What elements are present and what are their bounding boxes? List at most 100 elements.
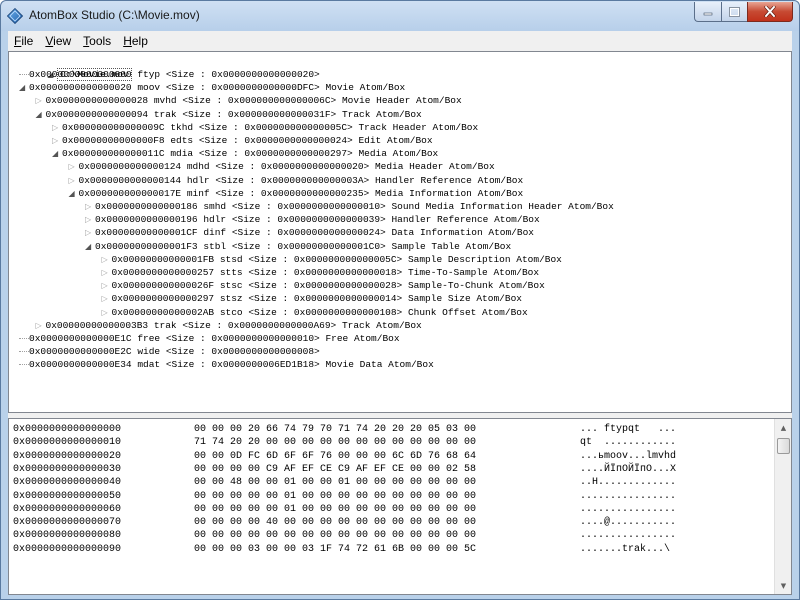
hex-row[interactable]: 0x0000000000000020 00 00 0D FC 6D 6F 6F 7… — [13, 450, 773, 463]
tree-node[interactable]: ▷ 0x0000000000000028 mvhd <Size : 0x00000… — [36, 94, 462, 107]
tree-node-label: 0x000000000000026F stsc <Size : 0x000000… — [111, 280, 545, 292]
hex-address: 0x0000000000000040 — [13, 477, 122, 489]
tree-node[interactable]: ▷ 0x00000000000002AB stco <Size : 0x00000… — [102, 306, 528, 319]
hex-row[interactable]: 0x0000000000000000 00 00 00 20 66 74 79 7… — [13, 423, 773, 436]
tree-node[interactable]: ▷ 0x00000000000003B3 trak <Size : 0x00000… — [36, 319, 422, 332]
triangle-right-icon[interactable]: ▷ — [102, 306, 112, 319]
tree-node[interactable]: ▷ 0x000000000000026F stsc <Size : 0x00000… — [102, 279, 545, 292]
atom-tree-view[interactable]: ◢ C:\Movie.mov 0x0000000000000000 ftyp <S… — [8, 51, 792, 413]
tree-root-node[interactable]: ◢ C:\Movie.mov — [13, 55, 132, 81]
hex-row[interactable]: 0x0000000000000030 00 00 00 00 C9 AF EF C… — [13, 463, 773, 476]
tree-node[interactable]: ▷ 0x000000000000009C tkhd <Size : 0x00000… — [52, 121, 478, 134]
tree-node-label: 0x00000000000001CF dinf <Size : 0x000000… — [95, 227, 534, 239]
triangle-right-icon[interactable]: ▷ — [36, 319, 46, 332]
triangle-right-icon[interactable]: ▷ — [69, 174, 79, 187]
tree-node[interactable]: 0x0000000000000E34 mdat <Size : 0x000000… — [19, 358, 434, 371]
hex-ascii: ....ЙЇпОЙЇпО...X — [580, 463, 677, 475]
hex-address: 0x0000000000000020 — [13, 450, 122, 462]
hex-address: 0x0000000000000080 — [13, 530, 122, 542]
tree-node[interactable]: 0x0000000000000E1C free <Size : 0x000000… — [19, 332, 400, 345]
tree-node[interactable]: ▷ 0x0000000000000144 hdlr <Size : 0x00000… — [69, 174, 524, 187]
tree-node-label: 0x0000000000000E1C free <Size : 0x000000… — [29, 333, 400, 344]
hex-view[interactable]: 0x0000000000000000 00 00 00 20 66 74 79 7… — [8, 418, 792, 595]
menu-file[interactable]: File — [8, 34, 39, 48]
hex-row[interactable]: 0x0000000000000010 71 74 20 20 00 00 00 0… — [13, 436, 773, 449]
tree-node-label: 0x0000000000000144 hdlr <Size : 0x000000… — [78, 174, 524, 186]
tree-node[interactable]: ◢ 0x0000000000000020 moov <Size : 0x00000… — [19, 81, 405, 94]
menu-file-label: ile — [21, 34, 34, 48]
hex-row[interactable]: 0x0000000000000070 00 00 00 00 40 00 00 0… — [13, 516, 773, 529]
triangle-down-icon[interactable]: ◢ — [36, 108, 46, 121]
menu-view-label: iew — [53, 34, 72, 48]
app-diamond-icon — [7, 8, 23, 24]
triangle-right-icon[interactable]: ▷ — [102, 279, 112, 292]
triangle-right-icon[interactable]: ▷ — [102, 266, 112, 279]
tree-node-label: 0x00000000000003B3 trak <Size : 0x000000… — [45, 319, 422, 331]
menu-view[interactable]: View — [39, 34, 77, 48]
tree-node-label: 0x000000000000011C mdia <Size : 0x000000… — [62, 148, 439, 160]
hex-row[interactable]: 0x0000000000000060 00 00 00 00 00 01 00 0… — [13, 503, 773, 516]
minimize-icon — [703, 12, 713, 15]
scroll-up-icon[interactable]: ▲ — [775, 419, 791, 436]
triangle-right-icon[interactable]: ▷ — [102, 292, 112, 305]
tree-node[interactable]: ▷ 0x0000000000000257 stts <Size : 0x00000… — [102, 266, 540, 279]
triangle-right-icon[interactable]: ▷ — [102, 253, 112, 266]
tree-node[interactable]: ◢ 0x000000000000011C mdia <Size : 0x00000… — [52, 147, 438, 160]
triangle-right-icon[interactable]: ▷ — [85, 200, 95, 213]
triangle-right-icon[interactable]: ▷ — [52, 134, 62, 147]
hex-address: 0x0000000000000010 — [13, 437, 122, 449]
triangle-right-icon[interactable]: ▷ — [52, 121, 62, 134]
tree-node-label: 0x00000000000001F3 stbl <Size : 0x000000… — [95, 240, 512, 252]
tree-node[interactable]: ▷ 0x00000000000001FB stsd <Size : 0x00000… — [102, 253, 562, 266]
triangle-right-icon[interactable]: ▷ — [69, 160, 79, 173]
hex-address: 0x0000000000000070 — [13, 517, 122, 529]
menu-view-mnemonic: V — [45, 34, 54, 48]
hex-row[interactable]: 0x0000000000000090 00 00 00 03 00 00 03 1… — [13, 543, 773, 556]
tree-node[interactable]: ◢ 0x000000000000017E minf <Size : 0x00000… — [69, 187, 524, 200]
menu-help[interactable]: Help — [117, 34, 154, 48]
tree-node[interactable]: ◢ 0x00000000000001F3 stbl <Size : 0x00000… — [85, 240, 511, 253]
triangle-down-icon[interactable]: ◢ — [69, 187, 79, 200]
hex-vertical-scrollbar[interactable]: ▲ ▼ — [774, 419, 791, 594]
triangle-right-icon[interactable]: ▷ — [85, 213, 95, 226]
hex-bytes: 00 00 00 00 C9 AF EF CE C9 AF EF CE 00 0… — [194, 463, 477, 475]
hex-ascii: ....@........... — [580, 517, 677, 529]
hex-bytes: 00 00 00 00 00 00 00 00 00 00 00 00 00 0… — [194, 530, 477, 542]
scrollbar-thumb[interactable] — [777, 438, 790, 454]
tree-node[interactable]: 0x0000000000000000 ftyp <Size : 0x000000… — [19, 68, 320, 81]
hex-address: 0x0000000000000000 — [13, 424, 122, 435]
title-bar[interactable]: AtomBox Studio (C:\Movie.mov) — [1, 1, 799, 31]
tree-node[interactable]: 0x0000000000000E2C wide <Size : 0x000000… — [19, 345, 320, 358]
scroll-down-icon[interactable]: ▼ — [775, 577, 791, 594]
triangle-right-icon[interactable]: ▷ — [36, 94, 46, 107]
hex-ascii: ..H............. — [580, 477, 677, 489]
menu-help-label: elp — [131, 34, 148, 48]
tree-node[interactable]: ▷ 0x0000000000000124 mdhd <Size : 0x00000… — [69, 160, 495, 173]
tree-connector — [19, 351, 29, 353]
triangle-down-icon[interactable]: ◢ — [52, 147, 62, 160]
tree-node-label: 0x0000000000000094 trak <Size : 0x000000… — [45, 108, 422, 120]
triangle-down-icon[interactable]: ◢ — [19, 81, 29, 94]
tree-node-label: 0x0000000000000186 smhd <Size : 0x000000… — [95, 201, 614, 212]
tree-node[interactable]: ▷ 0x0000000000000297 stsz <Size : 0x00000… — [102, 292, 522, 305]
hex-row[interactable]: 0x0000000000000040 00 00 48 00 00 01 00 0… — [13, 476, 773, 489]
hex-ascii: ...ьmoov...lmvhd — [580, 450, 677, 462]
hex-ascii: ... ftypqt ... — [580, 424, 677, 435]
hex-row[interactable]: 0x0000000000000080 00 00 00 00 00 00 00 0… — [13, 529, 773, 542]
tree-node-label: 0x000000000000009C tkhd <Size : 0x000000… — [62, 121, 479, 133]
tree-node[interactable]: ▷ 0x0000000000000186 smhd <Size : 0x00000… — [85, 200, 614, 213]
triangle-right-icon[interactable]: ▷ — [85, 226, 95, 239]
tree-node-label: 0x0000000000000000 ftyp <Size : 0x000000… — [29, 69, 320, 80]
triangle-down-icon[interactable]: ◢ — [85, 240, 95, 253]
minimize-button[interactable] — [694, 2, 721, 22]
tree-node[interactable]: ▷ 0x00000000000000F8 edts <Size : 0x00000… — [52, 134, 433, 147]
hex-ascii: ................ — [580, 530, 677, 542]
tree-node[interactable]: ▷ 0x0000000000000196 hdlr <Size : 0x00000… — [85, 213, 540, 226]
maximize-button[interactable] — [721, 2, 747, 22]
menu-tools[interactable]: Tools — [77, 34, 117, 48]
hex-row[interactable]: 0x0000000000000050 00 00 00 00 00 01 00 0… — [13, 490, 773, 503]
close-button[interactable] — [747, 2, 793, 22]
tree-node[interactable]: ◢ 0x0000000000000094 trak <Size : 0x00000… — [36, 108, 422, 121]
tree-node[interactable]: ▷ 0x00000000000001CF dinf <Size : 0x00000… — [85, 226, 534, 239]
menu-help-mnemonic: H — [123, 34, 132, 48]
